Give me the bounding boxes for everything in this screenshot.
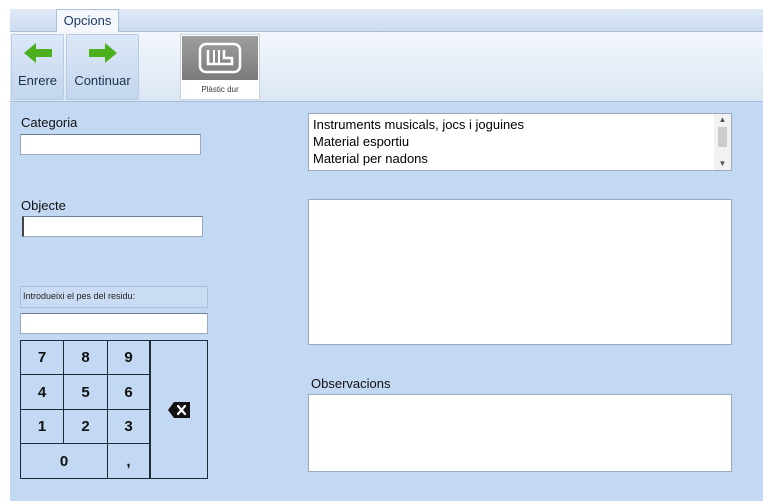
material-label: Plàstic dur <box>201 85 239 94</box>
key-4[interactable]: 4 <box>20 375 64 410</box>
category-label: Categoria <box>21 115 78 130</box>
arrow-left-icon <box>23 43 52 63</box>
key-7[interactable]: 7 <box>20 340 64 375</box>
key-1[interactable]: 1 <box>20 410 64 444</box>
list-item[interactable]: Material esportiu <box>313 134 409 149</box>
ribbon-tab-strip: Opcions <box>10 9 763 32</box>
tab-opcions[interactable]: Opcions <box>56 9 119 32</box>
observations-textarea[interactable] <box>308 394 732 472</box>
weight-prompt: Introdueixi el pes del residu: <box>20 286 208 308</box>
list-item[interactable]: Instruments musicals, jocs i joguines <box>313 117 524 132</box>
arrow-right-icon <box>88 43 117 63</box>
object-label: Objecte <box>21 198 66 213</box>
weight-input[interactable] <box>20 313 208 334</box>
observations-label: Observacions <box>311 376 391 391</box>
backspace-button[interactable] <box>150 340 208 479</box>
main-form: Categoria Objecte Introdueixi el pes del… <box>10 102 763 501</box>
key-6[interactable]: 6 <box>108 375 150 410</box>
key-0[interactable]: 0 <box>20 444 108 479</box>
category-list[interactable]: Instruments musicals, jocs i joguines Ma… <box>308 113 732 171</box>
continue-button[interactable]: Continuar <box>66 34 139 100</box>
back-button[interactable]: Enrere <box>11 34 64 100</box>
key-comma[interactable]: , <box>108 444 150 479</box>
backspace-icon <box>168 401 190 418</box>
scroll-up-icon[interactable]: ▲ <box>714 114 731 126</box>
back-button-label: Enrere <box>17 73 58 88</box>
key-3[interactable]: 3 <box>108 410 150 444</box>
key-5[interactable]: 5 <box>64 375 108 410</box>
ribbon-toolbar: Enrere Continuar Plàstic dur <box>10 32 763 102</box>
scroll-thumb[interactable] <box>718 127 727 147</box>
list-scrollbar[interactable]: ▲ ▼ <box>714 114 731 170</box>
key-8[interactable]: 8 <box>64 340 108 375</box>
scroll-down-icon[interactable]: ▼ <box>714 158 731 170</box>
hard-plastic-icon <box>182 36 258 80</box>
key-2[interactable]: 2 <box>64 410 108 444</box>
continue-button-label: Continuar <box>74 73 131 88</box>
list-item[interactable]: Material per nadons <box>313 151 428 166</box>
key-9[interactable]: 9 <box>108 340 150 375</box>
material-tile: Plàstic dur <box>180 34 260 100</box>
app-window: Opcions Enrere Continuar Plàstic dur Cat… <box>0 0 763 501</box>
category-field[interactable] <box>20 134 201 155</box>
object-list[interactable] <box>308 199 732 345</box>
object-field[interactable] <box>22 216 203 237</box>
